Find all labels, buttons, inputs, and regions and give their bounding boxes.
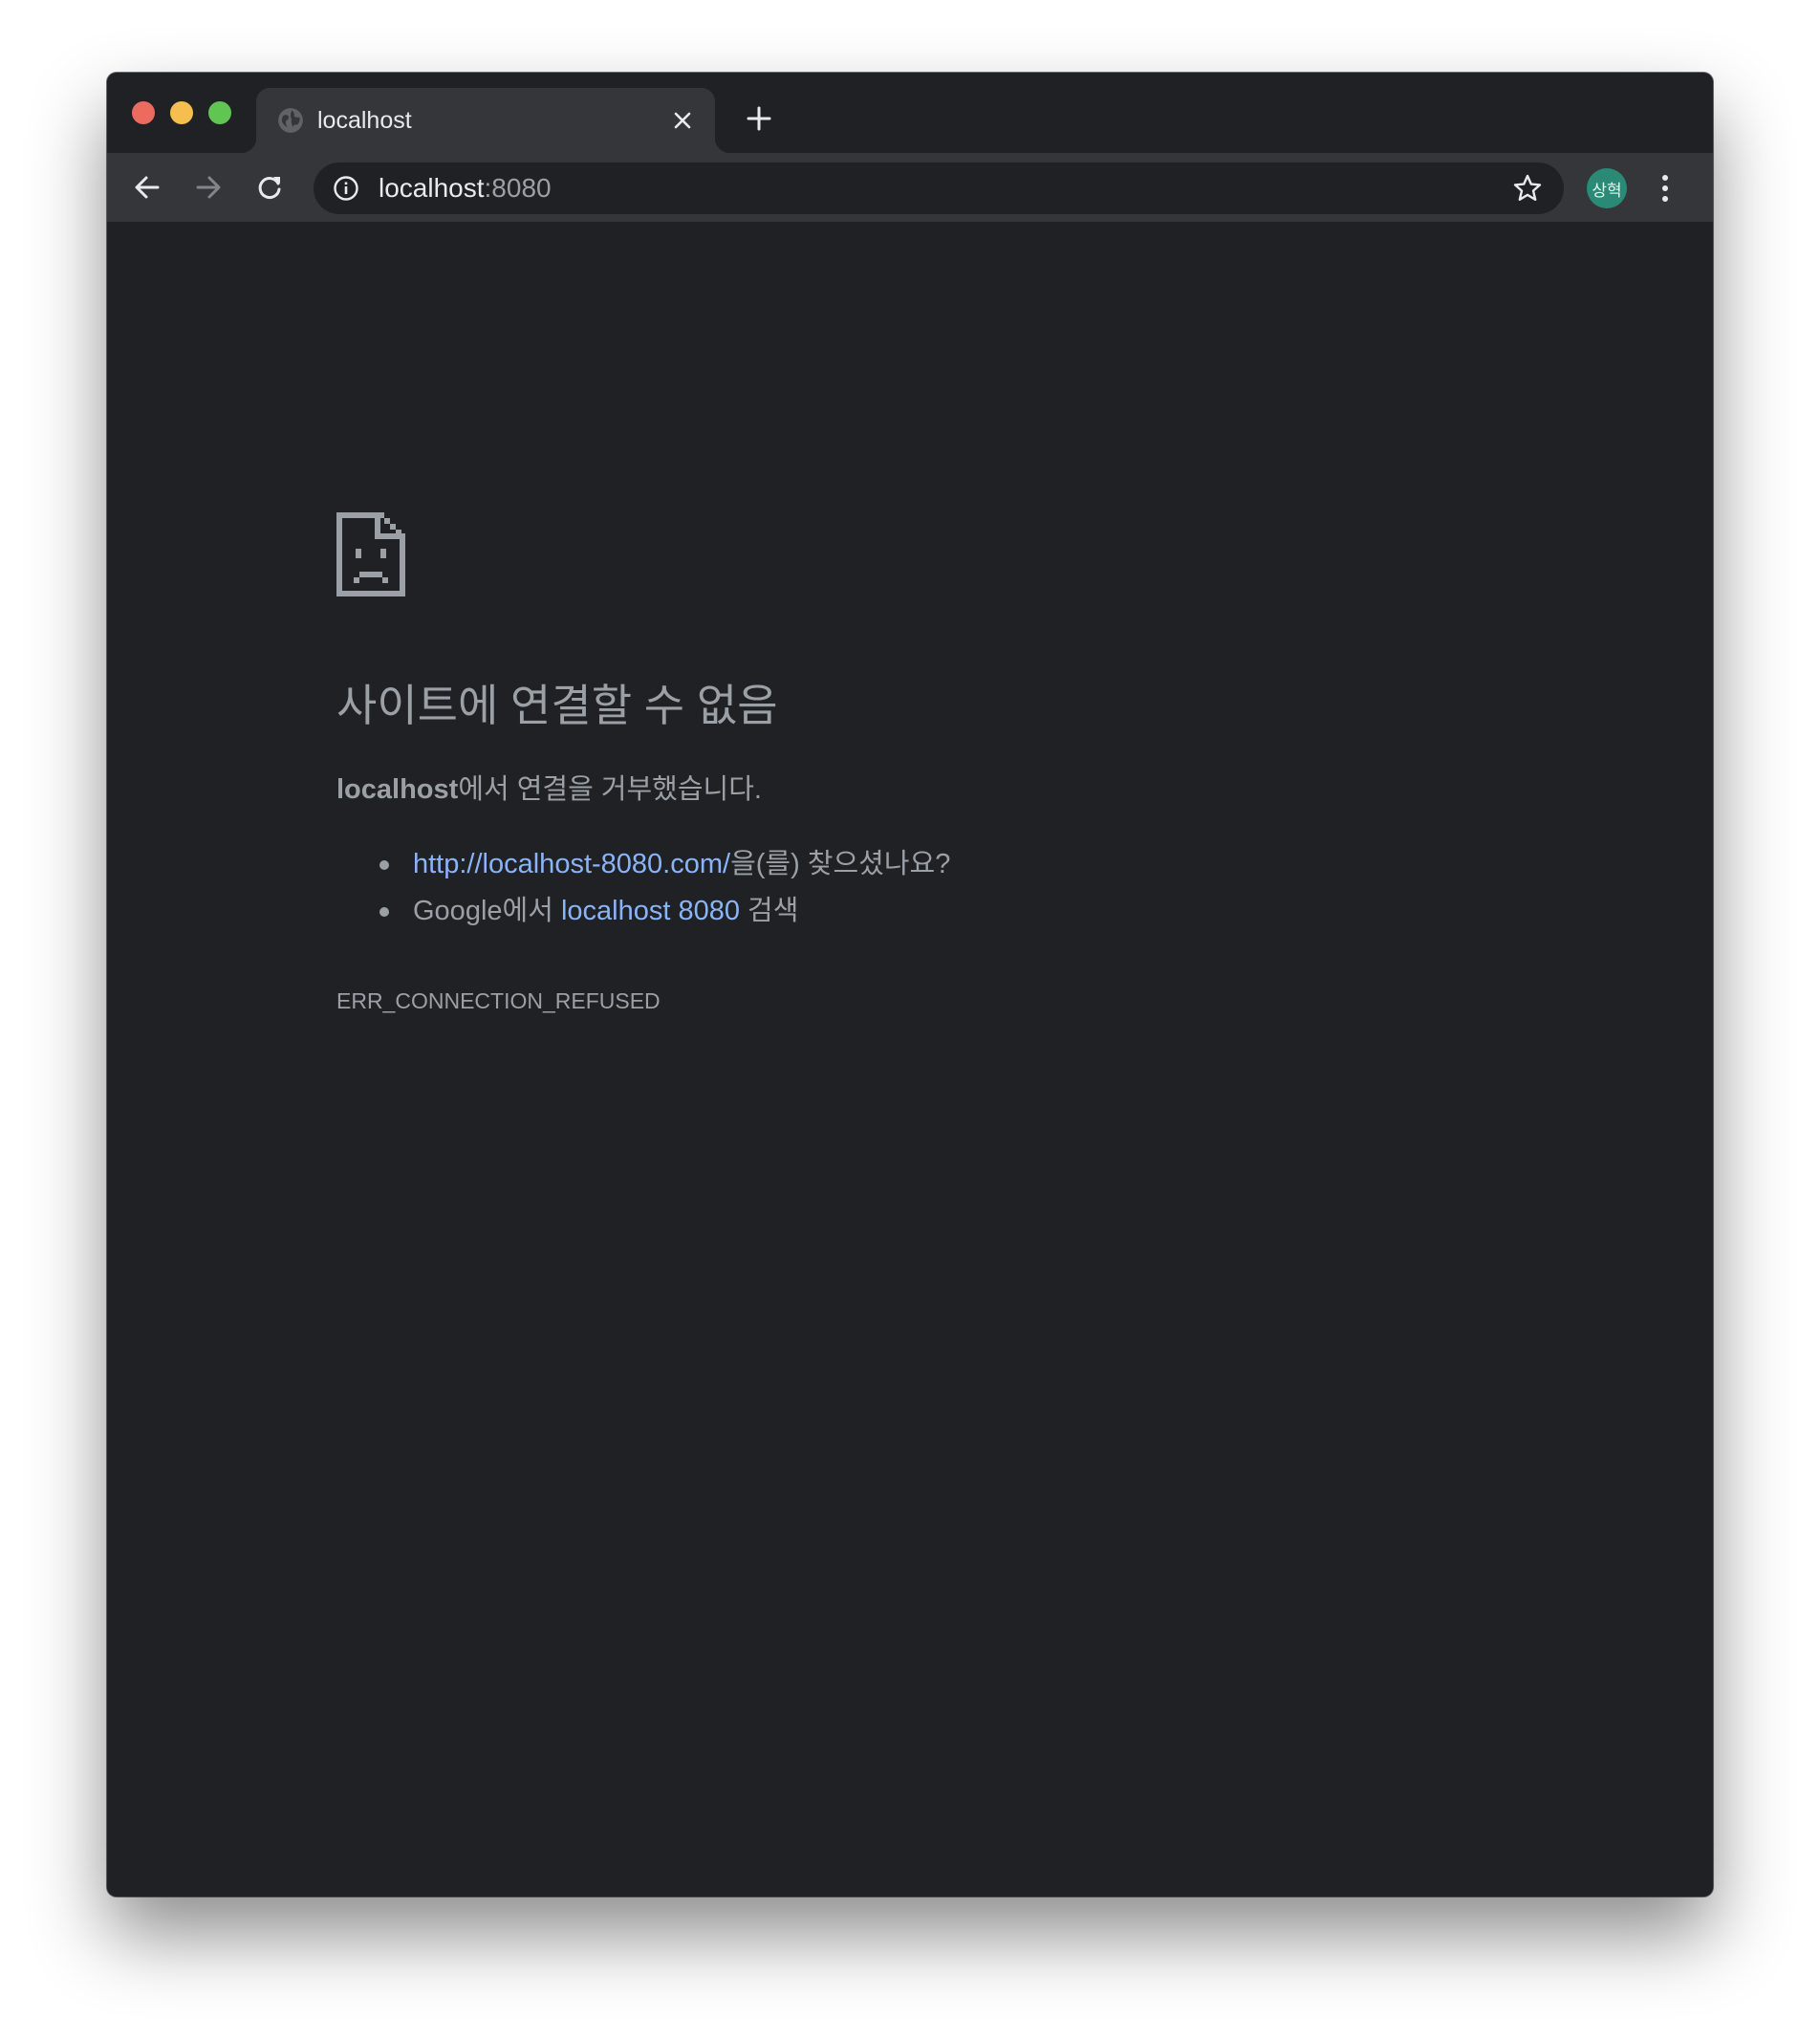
arrow-right-icon — [196, 176, 221, 199]
error-title: 사이트에 연결할 수 없음 — [336, 681, 778, 730]
new-tab-button[interactable] — [742, 101, 776, 136]
address-bar[interactable]: localhost:8080 — [314, 163, 1564, 214]
reload-icon — [258, 177, 281, 199]
error-description: localhost에서 연결을 거부했습니다. — [336, 770, 762, 809]
profile-avatar[interactable]: 상혁 — [1587, 168, 1627, 208]
error-code: ERR_CONNECTION_REFUSED — [336, 988, 661, 1013]
window-close-button[interactable] — [132, 101, 155, 124]
bullet — [379, 907, 389, 917]
suggestion-suffix: 검색 — [739, 896, 799, 926]
tab-title: localhost — [317, 107, 412, 134]
window-minimize-button[interactable] — [170, 101, 193, 124]
tab-strip: localhost — [107, 73, 1713, 153]
suggestion-suffix: 을(를) 찾으셨나요? — [730, 849, 951, 879]
reload-button[interactable] — [249, 166, 291, 208]
list-item: http://localhost-8080.com/을(를) 찾으셨나요? — [336, 845, 950, 883]
forward-button[interactable] — [187, 166, 229, 208]
bullet — [379, 860, 389, 870]
error-page: 사이트에 연결할 수 없음 localhost에서 연결을 거부했습니다. ht… — [107, 222, 1713, 1897]
avatar-initials: 상혁 — [1592, 181, 1622, 200]
back-button[interactable] — [126, 166, 168, 208]
plus-icon — [747, 106, 771, 131]
error-description-text: 에서 연결을 거부했습니다. — [458, 774, 762, 805]
more-vert-icon[interactable] — [1654, 168, 1677, 208]
window-zoom-button[interactable] — [208, 101, 231, 124]
suggestion-list: http://localhost-8080.com/을(를) 찾으셨나요? Go… — [336, 845, 950, 939]
toolbar: localhost:8080 상혁 — [107, 153, 1713, 222]
url-host: localhost — [379, 173, 485, 203]
arrow-left-icon — [135, 176, 160, 199]
url-text: localhost:8080 — [379, 173, 552, 204]
list-item: Google에서 localhost 8080 검색 — [336, 892, 950, 930]
google-search-link[interactable]: localhost 8080 — [561, 896, 740, 926]
error-host: localhost — [336, 774, 459, 805]
sad-file-icon — [336, 512, 405, 596]
info-icon[interactable] — [333, 175, 359, 202]
globe-icon — [278, 108, 303, 133]
suggested-url-link[interactable]: http://localhost-8080.com/ — [413, 849, 730, 879]
browser-window: localhost localhost:8080 상혁 사이트에 연결할 수 없… — [107, 73, 1713, 1897]
suggestion-prefix: Google에서 — [413, 896, 561, 926]
star-icon[interactable] — [1512, 173, 1543, 204]
tab-localhost[interactable]: localhost — [241, 88, 730, 153]
url-port: :8080 — [484, 173, 552, 203]
tab-close-icon[interactable] — [667, 105, 698, 136]
